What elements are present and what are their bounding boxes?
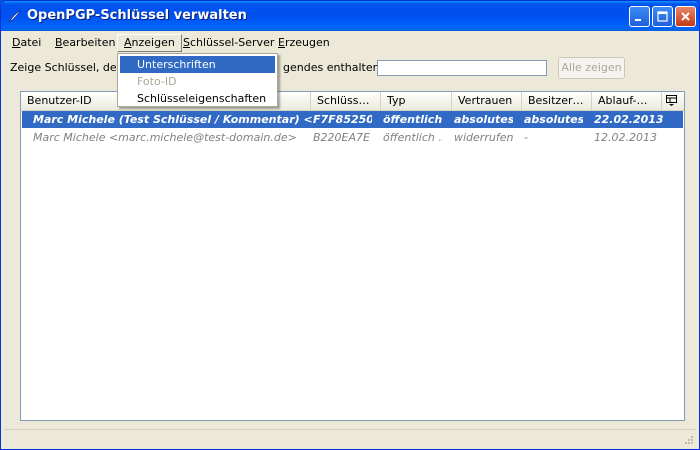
- minimize-icon: [635, 19, 641, 21]
- cell-user-id: Marc Michele (Test Schlüssel / Kommentar…: [33, 113, 312, 126]
- filter-label: Zeige Schlüssel, derer: [10, 61, 133, 74]
- menu-bearbeiten-label: earbeiten: [62, 36, 116, 49]
- menu-bearbeiten[interactable]: Bearbeiten: [49, 34, 121, 52]
- view-menu-dropdown: Unterschriften Foto-ID Schlüsseleigensch…: [117, 53, 278, 107]
- column-type[interactable]: Typ: [381, 92, 452, 110]
- cell-key-id: B220EA7E: [313, 131, 370, 144]
- menu-schluessel-server-label: chlüssel-Server: [189, 36, 275, 49]
- menu-item-key-properties[interactable]: Schlüsseleigenschaften: [120, 90, 275, 107]
- menu-anzeigen-accel: A: [124, 36, 132, 49]
- close-icon: [681, 12, 690, 21]
- menu-schluessel-server-accel: S: [183, 36, 190, 49]
- maximize-icon: [657, 11, 668, 22]
- title-bar[interactable]: OpenPGP-Schlüssel verwalten: [1, 1, 699, 31]
- cell-trust: widerrufen: [454, 131, 513, 144]
- menu-erzeugen[interactable]: Erzeugen: [272, 34, 336, 52]
- main-window: OpenPGP-Schlüssel verwalten Datei Bearbe…: [0, 0, 700, 450]
- column-expiry[interactable]: Ablauf-…: [592, 92, 662, 110]
- cell-owner-trust: absolutes…: [524, 113, 583, 126]
- cell-user-id: Marc Michele <marc.michele@test-domain.d…: [33, 131, 297, 144]
- column-key-id[interactable]: Schlüss…: [311, 92, 381, 110]
- cell-owner-trust: -: [524, 131, 528, 144]
- filter-label-end: gendes enthalten:: [283, 61, 384, 74]
- resize-grip-icon[interactable]: [682, 435, 694, 447]
- maximize-button[interactable]: [652, 6, 673, 27]
- menu-datei-label: atei: [20, 36, 42, 49]
- window-title: OpenPGP-Schlüssel verwalten: [27, 8, 247, 23]
- cell-type: öffentlich …: [383, 131, 443, 144]
- filter-input[interactable]: [377, 60, 547, 76]
- column-trust[interactable]: Vertrauen: [452, 92, 522, 110]
- table-row[interactable]: Marc Michele (Test Schlüssel / Kommentar…: [22, 111, 683, 128]
- minimize-button[interactable]: [629, 6, 650, 27]
- column-owner-trust[interactable]: Besitzer…: [522, 92, 592, 110]
- column-picker-button[interactable]: [662, 92, 684, 110]
- cell-expiry: 12.02.2013: [594, 131, 657, 144]
- status-bar: [4, 429, 696, 448]
- menu-datei[interactable]: Datei: [6, 34, 47, 52]
- menu-bearbeiten-accel: B: [55, 36, 63, 49]
- column-picker-icon: [666, 95, 677, 106]
- menu-schluessel-server[interactable]: Schlüssel-Server: [177, 34, 280, 52]
- menu-anzeigen-label: nzeigen: [131, 36, 175, 49]
- key-list[interactable]: Benutzer-ID Schlüss… Typ Vertrauen Besit…: [20, 91, 685, 421]
- menu-anzeigen[interactable]: Anzeigen: [117, 34, 182, 52]
- menu-bar: Datei Bearbeiten Anzeigen Schlüssel-Serv…: [4, 32, 696, 53]
- table-row[interactable]: Marc Michele <marc.michele@test-domain.d…: [22, 129, 683, 146]
- show-all-button[interactable]: Alle zeigen: [558, 57, 625, 79]
- cell-expiry: 22.02.2013: [594, 113, 663, 126]
- menu-item-photo-id: Foto-ID: [137, 75, 177, 88]
- close-button[interactable]: [675, 6, 696, 27]
- menu-erzeugen-label: rzeugen: [284, 36, 330, 49]
- pen-icon: [7, 8, 23, 24]
- cell-type: öffentlich …: [383, 113, 443, 126]
- menu-item-signatures[interactable]: Unterschriften: [120, 56, 275, 73]
- menu-erzeugen-accel: E: [278, 36, 285, 49]
- cell-key-id: F7F85250: [313, 113, 372, 126]
- cell-trust: absolutes…: [454, 113, 513, 126]
